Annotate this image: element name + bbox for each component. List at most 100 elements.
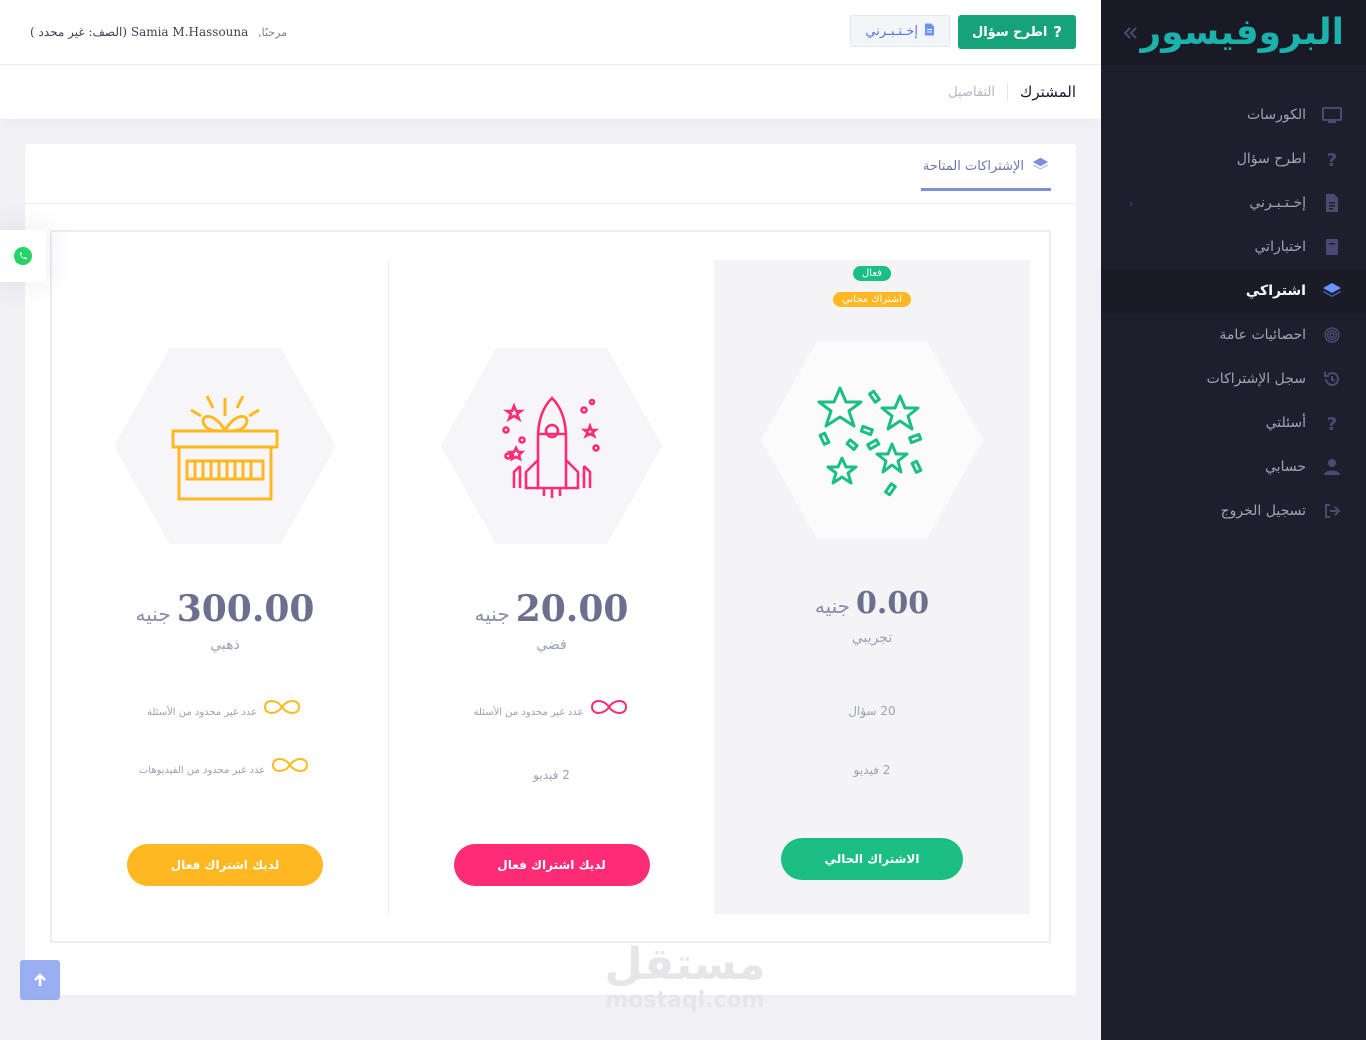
sidebar-item-logout[interactable]: تسجيل الخروج: [1101, 489, 1366, 533]
question-icon: ?: [1321, 148, 1343, 170]
sidebar-item-my-subscription[interactable]: اشتراكي: [1101, 269, 1366, 313]
plan-trial: فعال اشتراك مجاني 0.00جنيه تجريبي 20 سؤا…: [714, 260, 1030, 914]
ask-question-button[interactable]: ? اطرح سؤال: [957, 15, 1076, 49]
sidebar-item-my-account[interactable]: حسابي: [1101, 445, 1366, 489]
greeting-prefix: مرحبًا,: [258, 26, 288, 39]
user-icon: [1321, 456, 1343, 478]
price-currency: جنيه: [135, 602, 171, 626]
svg-text:?: ?: [1327, 150, 1337, 169]
infinity-icon: [264, 700, 301, 714]
plan-image-frame: [114, 348, 336, 544]
price-currency: جنيه: [474, 602, 510, 626]
current-subscription-button[interactable]: الاشتراك الحالي: [781, 838, 963, 880]
question-icon: ?: [1053, 23, 1062, 41]
subscriptions-card: الإشتراكات المتاحة 300.00جنيه ذهبي عدد غ…: [25, 144, 1076, 995]
sidebar: البروفيسور الكورسات ? اطرح سؤال إخـتـبـر…: [1101, 0, 1366, 1040]
sidebar-item-label: الكورسات: [1246, 107, 1306, 123]
document-icon: [1321, 192, 1343, 214]
tab-available-subscriptions[interactable]: الإشتراكات المتاحة: [920, 144, 1051, 191]
sidebar-item-my-tests[interactable]: اختباراتي: [1101, 225, 1366, 269]
sidebar-item-label: أسئلتي: [1265, 415, 1306, 431]
card-header: الإشتراكات المتاحة: [25, 144, 1076, 204]
plan-name: ذهبي: [210, 637, 240, 653]
sidebar-item-label: احصائيات عامة: [1219, 327, 1306, 343]
user-grade: (الصف: غير محدد ): [30, 25, 128, 39]
history-icon: [1321, 368, 1343, 390]
plan-gold: 300.00جنيه ذهبي عدد غير محدود من الأسئلة…: [62, 260, 388, 914]
watermark-arabic: مستقل: [604, 939, 766, 990]
document-icon: [924, 23, 935, 40]
collapse-sidebar-icon[interactable]: [1122, 21, 1140, 45]
price-currency: جنيه: [814, 594, 851, 618]
user-name: Samia M.Hassouna: [130, 25, 249, 39]
plan-feature: 2 فيديو: [533, 768, 570, 782]
sidebar-item-label: إخـتـبـرني: [1249, 195, 1306, 211]
plan-image-frame: [761, 342, 983, 538]
arrow-up-icon: [34, 973, 46, 986]
top-header: مرحبًا, Samia M.Hassouna (الصف: غير محدد…: [0, 0, 1101, 65]
gift-icon: [171, 395, 279, 501]
plan-price: 300.00جنيه: [62, 588, 388, 630]
sidebar-item-courses[interactable]: الكورسات: [1101, 93, 1366, 137]
plan-feature: 20 سؤال: [848, 704, 896, 718]
plan-name: فضي: [536, 637, 567, 653]
whatsapp-icon: [14, 247, 32, 265]
page-title: المشترك: [1007, 83, 1076, 101]
status-badge: فعال: [853, 266, 891, 281]
layers-icon: [1321, 280, 1343, 302]
plan-image-frame: [440, 348, 663, 544]
price-value: 0.00: [856, 586, 930, 621]
scroll-top-button[interactable]: [20, 960, 60, 1000]
plan-feature: عدد غير محدود من الأسئلة: [389, 696, 714, 718]
monitor-icon: [1321, 104, 1343, 126]
tab-label: الإشتراكات المتاحة: [922, 158, 1024, 174]
plan-silver: 20.00جنيه فضي عدد غير محدود من الأسئلة 2…: [388, 260, 714, 914]
gold-active-subscription-button[interactable]: لديك اشتراك فعال: [127, 844, 323, 886]
plan-feature: عدد غير محدود من الأسئلة: [62, 696, 388, 718]
whatsapp-button[interactable]: [0, 230, 46, 282]
plans-container: 300.00جنيه ذهبي عدد غير محدود من الأسئلة…: [50, 230, 1051, 943]
sidebar-menu: الكورسات ? اطرح سؤال إخـتـبـرني ‹ اختبار…: [1101, 65, 1366, 533]
silver-active-subscription-button[interactable]: لديك اشتراك فعال: [453, 844, 650, 886]
subheader: المشترك التفاصيل: [0, 65, 1101, 119]
sidebar-item-label: اطرح سؤال: [1236, 151, 1306, 167]
book-icon: [1321, 236, 1343, 258]
sidebar-item-ask-question[interactable]: ? اطرح سؤال: [1101, 137, 1366, 181]
plan-feature: 2 فيديو: [853, 763, 891, 777]
plan-price: 20.00جنيه: [389, 588, 714, 630]
breadcrumb[interactable]: التفاصيل: [948, 85, 1007, 100]
ask-question-label: اطرح سؤال: [971, 24, 1048, 40]
svg-text:?: ?: [1327, 414, 1337, 433]
plan-price: 0.00جنيه: [714, 586, 1030, 621]
sidebar-item-label: تسجيل الخروج: [1220, 503, 1306, 519]
sidebar-item-label: اختباراتي: [1254, 239, 1306, 255]
price-value: 20.00: [515, 588, 629, 630]
infinity-icon: [590, 700, 627, 714]
user-greeting[interactable]: مرحبًا, Samia M.Hassouna (الصف: غير محدد…: [30, 25, 287, 39]
brand-logo[interactable]: البروفيسور: [1140, 12, 1345, 53]
feature-text: عدد غير محدود من الفيديوهات: [138, 765, 266, 776]
free-subscription-badge: اشتراك مجاني: [833, 292, 911, 307]
sidebar-item-my-questions[interactable]: ? أسئلتي: [1101, 401, 1366, 445]
watermark: مستقل mostaql.com: [600, 940, 770, 1012]
sidebar-item-label: حسابي: [1265, 459, 1306, 475]
layers-icon: [1032, 156, 1049, 177]
logout-icon: [1321, 500, 1343, 522]
watermark-latin: mostaql.com: [605, 988, 765, 1013]
feature-text: عدد غير محدود من الأسئلة: [473, 707, 584, 718]
question-icon: ?: [1321, 412, 1343, 434]
test-me-label: إخـتـبـرني: [865, 23, 918, 39]
sidebar-item-subscription-history[interactable]: سجل الإشتراكات: [1101, 357, 1366, 401]
plan-name: تجريبي: [851, 630, 893, 646]
rocket-icon: [501, 396, 600, 498]
stars-icon: [817, 386, 923, 497]
header-actions: ? اطرح سؤال إخـتـبـرني: [850, 15, 1076, 49]
sidebar-item-label: سجل الإشتراكات: [1206, 371, 1306, 387]
brand-bar: البروفيسور: [1101, 0, 1366, 65]
sidebar-item-statistics[interactable]: احصائيات عامة: [1101, 313, 1366, 357]
price-value: 300.00: [176, 588, 315, 630]
test-me-button[interactable]: إخـتـبـرني: [850, 15, 950, 47]
plan-feature: عدد غير محدود من الفيديوهات: [62, 754, 388, 776]
chevron-left-icon: ‹: [1129, 196, 1134, 210]
sidebar-item-test-me[interactable]: إخـتـبـرني ‹: [1101, 181, 1366, 225]
